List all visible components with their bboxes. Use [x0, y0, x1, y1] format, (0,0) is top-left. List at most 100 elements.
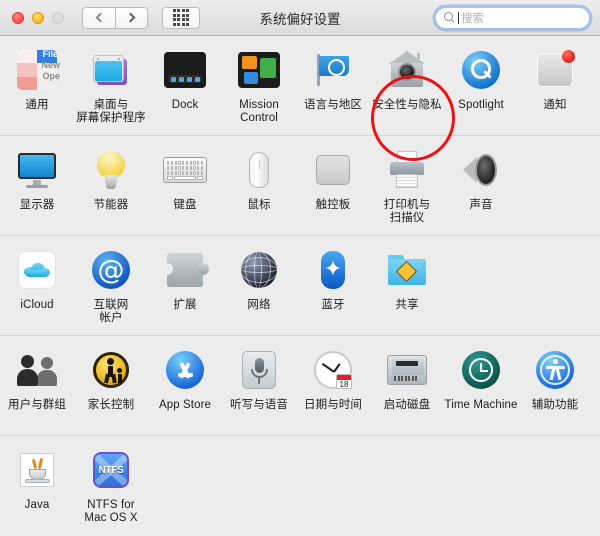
mission-control-icon: [235, 46, 283, 94]
general-tile-3: Ope: [42, 71, 60, 81]
pane-label: Java: [24, 499, 50, 511]
close-button[interactable]: [12, 11, 24, 24]
minimize-button[interactable]: [32, 11, 44, 24]
pane-spotlight[interactable]: Spotlight: [444, 44, 518, 112]
pane-accessibility[interactable]: 辅助功能: [518, 344, 592, 412]
pane-language-region[interactable]: 语言与地区: [296, 44, 370, 112]
mouse-icon: [235, 146, 283, 194]
pane-internet-accounts[interactable]: @ 互联网 帐户: [74, 244, 148, 325]
pane-label: 桌面与 屏幕保护程序: [76, 99, 146, 124]
pane-label: 用户与群组: [8, 399, 66, 411]
pane-label: Time Machine: [444, 399, 518, 411]
pane-sharing[interactable]: 共享: [370, 244, 444, 312]
pane-dock[interactable]: Dock: [148, 44, 222, 112]
icloud-icon: [13, 246, 61, 294]
pane-app-store[interactable]: App Store: [148, 344, 222, 412]
accessibility-icon: [531, 346, 579, 394]
parental-controls-icon: [87, 346, 135, 394]
grid-dots-icon: [172, 9, 190, 26]
pane-general[interactable]: File New Ope 通用: [0, 44, 74, 112]
pane-bluetooth[interactable]: ✦ 蓝牙: [296, 244, 370, 312]
pane-label: 网络: [247, 299, 271, 311]
general-tile-1: File: [42, 49, 58, 59]
pane-label: 显示器: [19, 199, 55, 211]
pane-notifications[interactable]: 通知: [518, 44, 592, 112]
pane-label: 语言与地区: [304, 99, 362, 111]
pane-date-time[interactable]: 18 日期与时间: [296, 344, 370, 412]
java-icon: [13, 446, 61, 494]
pane-label: 声音: [469, 199, 493, 211]
pane-sound[interactable]: 声音: [444, 144, 518, 212]
startup-disk-icon: [383, 346, 431, 394]
ntfs-icon-text: NTFS: [98, 464, 124, 476]
pane-label: 家长控制: [87, 399, 135, 411]
pane-dictation-speech[interactable]: 听写与语音: [222, 344, 296, 412]
pane-java[interactable]: Java: [0, 444, 74, 512]
pane-label: 触控板: [315, 199, 351, 211]
pane-label: App Store: [158, 399, 212, 411]
pane-parental-controls[interactable]: 家长控制: [74, 344, 148, 412]
pane-label: 通知: [543, 99, 567, 111]
pane-startup-disk[interactable]: 启动磁盘: [370, 344, 444, 412]
pane-mission-control[interactable]: Mission Control: [222, 44, 296, 125]
chevron-left-icon: [95, 12, 106, 23]
pane-label: 扩展: [173, 299, 197, 311]
pane-label: 蓝牙: [321, 299, 345, 311]
pane-label: 启动磁盘: [383, 399, 431, 411]
pane-extensions[interactable]: 扩展: [148, 244, 222, 312]
sharing-icon: [383, 246, 431, 294]
users-groups-icon: [13, 346, 61, 394]
language-region-icon: [309, 46, 357, 94]
displays-icon: [13, 146, 61, 194]
pane-label: 安全性与隐私: [372, 99, 442, 111]
pane-label: 鼠标: [247, 199, 271, 211]
pane-row-2: 显示器 节能器 键盘 鼠标 触控板 打印机与 扫描仪 声音: [0, 136, 600, 236]
pane-ntfs-for-mac-os-x[interactable]: NTFS NTFS for Mac OS X: [74, 444, 148, 525]
chevron-right-icon: [125, 12, 135, 23]
pane-row-1: File New Ope 通用 桌面与 屏幕保护程序 Dock Mission …: [0, 36, 600, 161]
pane-label: 通用: [25, 99, 49, 111]
search-placeholder: 搜索: [461, 12, 484, 25]
search-icon: [444, 12, 455, 23]
preference-panes-grid: File New Ope 通用 桌面与 屏幕保护程序 Dock Mission …: [0, 36, 600, 536]
time-machine-icon: [457, 346, 505, 394]
forward-button[interactable]: [115, 6, 148, 29]
dock-icon: [161, 46, 209, 94]
general-tile-2: New: [41, 60, 60, 70]
dictation-speech-icon: [235, 346, 283, 394]
pane-label: Mission Control: [239, 99, 279, 124]
desktop-screensaver-icon: [87, 46, 135, 94]
internet-accounts-icon: @: [87, 246, 135, 294]
pane-label: 日期与时间: [304, 399, 362, 411]
energy-saver-icon: [87, 146, 135, 194]
pane-label: 互联网 帐户: [93, 299, 129, 324]
zoom-button: [52, 11, 64, 24]
pane-time-machine[interactable]: Time Machine: [444, 344, 518, 412]
search-input[interactable]: 搜索: [435, 6, 590, 29]
window-titlebar: 系统偏好设置 搜索: [0, 0, 600, 36]
pane-mouse[interactable]: 鼠标: [222, 144, 296, 212]
text-caret: [458, 11, 459, 24]
bluetooth-icon: ✦: [309, 246, 357, 294]
security-privacy-icon: [383, 46, 431, 94]
ntfs-for-mac-os-x-icon: NTFS: [87, 446, 135, 494]
pane-security-privacy[interactable]: 安全性与隐私: [370, 44, 444, 112]
pane-label: NTFS for Mac OS X: [84, 499, 138, 524]
pane-displays[interactable]: 显示器: [0, 144, 74, 212]
pane-desktop-screensaver[interactable]: 桌面与 屏幕保护程序: [74, 44, 148, 125]
app-store-icon: [161, 346, 209, 394]
back-button[interactable]: [82, 6, 115, 29]
date-time-icon: 18: [309, 346, 357, 394]
sound-icon: [457, 146, 505, 194]
pane-printers-scanners[interactable]: 打印机与 扫描仪: [370, 144, 444, 225]
spotlight-icon: [457, 46, 505, 94]
pane-trackpad[interactable]: 触控板: [296, 144, 370, 212]
pane-label: 听写与语音: [230, 399, 288, 411]
pane-label: 键盘: [173, 199, 197, 211]
pane-network[interactable]: 网络: [222, 244, 296, 312]
show-all-button[interactable]: [162, 6, 200, 29]
pane-energy-saver[interactable]: 节能器: [74, 144, 148, 212]
pane-icloud[interactable]: iCloud: [0, 244, 74, 312]
pane-users-groups[interactable]: 用户与群组: [0, 344, 74, 412]
pane-keyboard[interactable]: 键盘: [148, 144, 222, 212]
